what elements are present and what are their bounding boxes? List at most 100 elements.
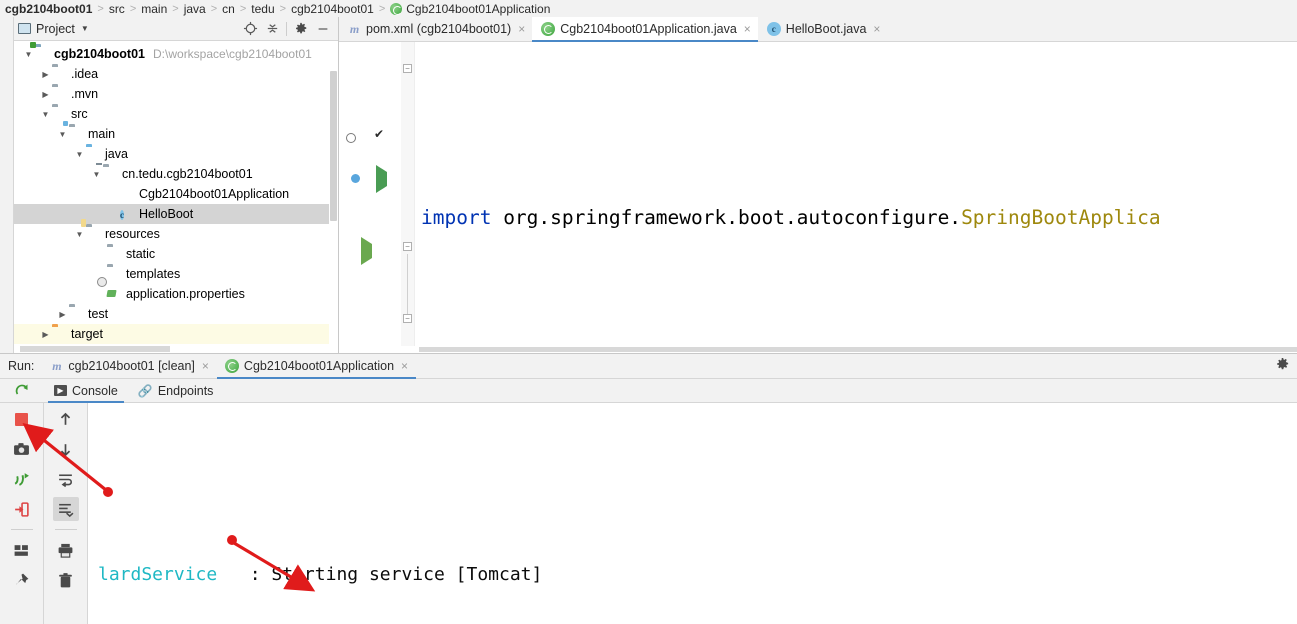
tree-node-main[interactable]: ▼ main xyxy=(14,124,338,144)
locate-target-icon[interactable] xyxy=(239,19,261,39)
expand-arrow-icon[interactable]: ▶ xyxy=(56,310,69,319)
code-text[interactable]: import org.springframework.boot.autoconf… xyxy=(415,42,1297,353)
fold-minus-icon[interactable]: − xyxy=(403,314,412,323)
run-class-icon[interactable] xyxy=(376,165,387,193)
tree-node-templates[interactable]: templates xyxy=(14,264,338,284)
close-icon[interactable]: × xyxy=(518,22,525,36)
code-editor[interactable]: − − − import org.springframework.boot.au… xyxy=(339,42,1297,353)
expand-arrow-icon[interactable]: ▼ xyxy=(73,230,86,239)
run-panel-header: Run: m cgb2104boot01 [clean] × Cgb2104bo… xyxy=(0,354,1297,379)
sub-tab-console[interactable]: ▶ Console xyxy=(44,379,128,403)
breadcrumb-item-java[interactable]: java xyxy=(179,2,211,16)
run-tab-cgb2104boot01application[interactable]: Cgb2104boot01Application × xyxy=(216,354,417,379)
tree-node-application-properties[interactable]: application.properties xyxy=(14,284,338,304)
editor-tab-helloboot[interactable]: c HelloBoot.java × xyxy=(758,17,888,41)
tree-node-label: HelloBoot xyxy=(139,207,194,221)
stop-button[interactable] xyxy=(9,407,35,431)
run-tab-label: cgb2104boot01 [clean] xyxy=(68,359,195,373)
folder-icon xyxy=(52,107,67,122)
tree-node-static[interactable]: static xyxy=(14,244,338,264)
close-icon[interactable]: × xyxy=(202,359,209,373)
folder-icon xyxy=(107,267,122,282)
code-line-partial xyxy=(421,114,1297,128)
folder-icon xyxy=(69,307,84,322)
tree-node-java[interactable]: ▼ java xyxy=(14,144,338,164)
close-icon[interactable]: × xyxy=(873,22,880,36)
layout-settings-button[interactable] xyxy=(9,538,35,562)
sub-tab-endpoints[interactable]: 🔗 Endpoints xyxy=(128,379,224,403)
editor-fold-strip[interactable]: − − − xyxy=(401,42,415,353)
sub-tab-label: Console xyxy=(72,383,118,398)
tree-node-cgb2104boot01[interactable]: ▼ cgb2104boot01 D:\workspace\cgb2104boot… xyxy=(14,44,338,64)
tree-node-resources[interactable]: ▼ resources xyxy=(14,224,338,244)
console-output[interactable]: lardService : Starting service [Tomcat] … xyxy=(88,403,1297,624)
editor-tab-bar: m pom.xml (cgb2104boot01) × Cgb2104boot0… xyxy=(339,17,1297,42)
editor-tab-cgb2104boot01application[interactable]: Cgb2104boot01Application.java × xyxy=(532,17,758,42)
tree-node-label: src xyxy=(71,107,88,121)
breadcrumb-item-project[interactable]: cgb2104boot01 xyxy=(3,2,97,16)
tree-node-package[interactable]: ▼ cn.tedu.cgb2104boot01 xyxy=(14,164,338,184)
expand-arrow-icon[interactable]: ▼ xyxy=(56,130,69,139)
fold-minus-icon[interactable]: − xyxy=(403,64,412,73)
tree-node-helloboot[interactable]: c HelloBoot xyxy=(14,204,338,224)
editor-tab-pom-xml[interactable]: m pom.xml (cgb2104boot01) × xyxy=(339,17,532,41)
clear-all-button[interactable] xyxy=(53,568,79,592)
scroll-down-button[interactable] xyxy=(53,437,79,461)
collapse-all-icon[interactable] xyxy=(261,19,283,39)
rerun-button[interactable] xyxy=(0,383,44,399)
project-tree-scrollbar[interactable] xyxy=(329,41,338,353)
minimize-icon[interactable] xyxy=(312,19,334,39)
expand-arrow-icon[interactable]: ▼ xyxy=(73,150,86,159)
chevron-down-icon[interactable]: ▼ xyxy=(81,24,89,33)
project-panel-header: Project ▼ xyxy=(14,17,338,41)
breadcrumb-item-main[interactable]: main xyxy=(136,2,172,16)
breadcrumb-item-tedu[interactable]: tedu xyxy=(246,2,279,16)
project-tree[interactable]: ▼ cgb2104boot01 D:\workspace\cgb2104boot… xyxy=(14,41,338,353)
breadcrumb-item-cn[interactable]: cn xyxy=(217,2,240,16)
scroll-up-button[interactable] xyxy=(53,407,79,431)
run-main-method-icon[interactable] xyxy=(361,237,372,265)
editor-gutter[interactable] xyxy=(339,42,401,353)
close-icon[interactable]: × xyxy=(744,22,751,36)
settings-gear-icon[interactable] xyxy=(1275,357,1290,375)
tree-node-idea[interactable]: ▶ .idea xyxy=(14,64,338,84)
thread-dump-button[interactable] xyxy=(9,467,35,491)
scrollbar-thumb[interactable] xyxy=(20,346,170,352)
editor-hscrollbar[interactable] xyxy=(339,346,1297,353)
tree-node-test[interactable]: ▶ test xyxy=(14,304,338,324)
pin-tab-button[interactable] xyxy=(9,568,35,592)
print-button[interactable] xyxy=(53,538,79,562)
scroll-to-end-button[interactable] xyxy=(52,497,79,521)
fold-minus-icon[interactable]: − xyxy=(403,242,412,251)
run-toolbar-secondary xyxy=(44,403,88,624)
spring-class-icon xyxy=(224,359,239,373)
expand-arrow-icon[interactable]: ▶ xyxy=(39,330,52,339)
tree-node-mvn[interactable]: ▶ .mvn xyxy=(14,84,338,104)
properties-file-icon xyxy=(107,287,122,302)
console-message: Starting service [Tomcat] xyxy=(271,564,543,585)
exit-button[interactable] xyxy=(9,497,35,521)
breadcrumb-item-package[interactable]: cgb2104boot01 xyxy=(286,2,379,16)
expand-arrow-icon[interactable]: ▼ xyxy=(22,50,35,59)
endpoints-icon: 🔗 xyxy=(137,383,153,398)
tree-node-label: cgb2104boot01 xyxy=(54,47,146,61)
breadcrumb-item-class[interactable]: Cgb2104boot01Application xyxy=(385,2,555,16)
project-tree-hscrollbar[interactable] xyxy=(14,345,330,353)
tree-node-label: main xyxy=(88,127,116,141)
run-tab-maven-clean[interactable]: m cgb2104boot01 [clean] × xyxy=(42,354,217,379)
scrollbar-thumb[interactable] xyxy=(419,347,1297,352)
scrollbar-thumb[interactable] xyxy=(330,71,337,221)
breadcrumb-item-src[interactable]: src xyxy=(104,2,130,16)
maven-icon: m xyxy=(349,21,360,36)
expand-arrow-icon[interactable]: ▶ xyxy=(39,90,52,99)
soft-wrap-button[interactable] xyxy=(53,467,79,491)
expand-arrow-icon[interactable]: ▼ xyxy=(90,170,103,179)
close-icon[interactable]: × xyxy=(401,359,408,373)
expand-arrow-icon[interactable]: ▶ xyxy=(39,70,52,79)
java-class-icon: c xyxy=(120,209,124,220)
tree-node-cgb2104boot01application[interactable]: Cgb2104boot01Application xyxy=(14,184,338,204)
settings-gear-icon[interactable] xyxy=(290,19,312,39)
expand-arrow-icon[interactable]: ▼ xyxy=(39,110,52,119)
tree-node-target[interactable]: ▶ target xyxy=(14,324,338,344)
screenshot-button[interactable] xyxy=(9,437,35,461)
